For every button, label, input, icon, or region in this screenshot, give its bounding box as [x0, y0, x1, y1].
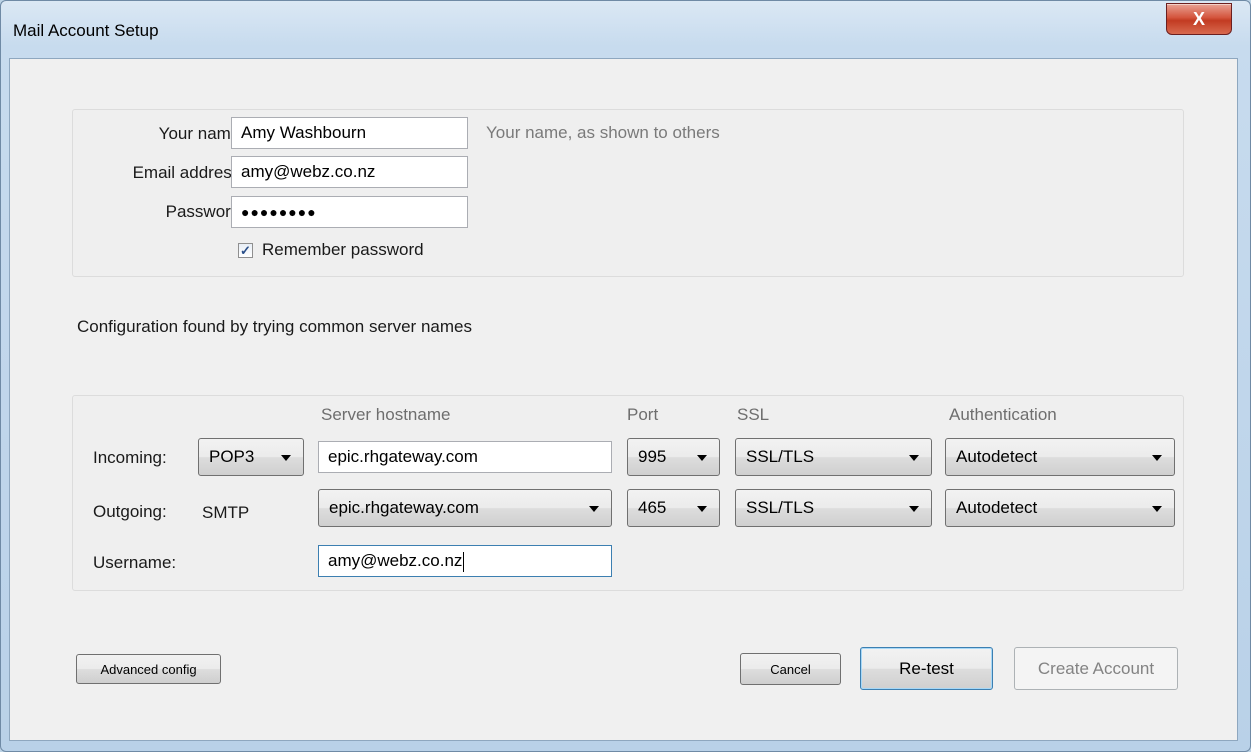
remember-password-label[interactable]: Remember password [262, 240, 424, 260]
window-title: Mail Account Setup [13, 21, 159, 40]
outgoing-ssl-select[interactable]: SSL/TLS [735, 489, 932, 527]
incoming-ssl-select[interactable]: SSL/TLS [735, 438, 932, 476]
username-value: amy@webz.co.nz [328, 551, 463, 570]
incoming-auth-value: Autodetect [956, 447, 1038, 466]
username-input[interactable]: amy@webz.co.nz [318, 545, 612, 577]
status-message: Configuration found by trying common ser… [77, 317, 472, 336]
email-label: Email address: [132, 163, 245, 182]
text-cursor [463, 551, 465, 572]
chevron-down-icon [1152, 455, 1162, 461]
outgoing-port-value: 465 [638, 498, 667, 517]
outgoing-auth-select[interactable]: Autodetect [945, 489, 1175, 527]
create-account-label: Create Account [1037, 658, 1155, 678]
advanced-config-label: Advanced config [100, 661, 197, 677]
outgoing-label: Outgoing: [93, 502, 167, 521]
chevron-down-icon [909, 506, 919, 512]
identity-group: Your name: Amy Washbourn Your name, as s… [72, 109, 1184, 277]
hostname-column-header: Server hostname [321, 405, 451, 424]
outgoing-auth-value: Autodetect [956, 498, 1038, 517]
close-button[interactable]: X [1166, 3, 1232, 35]
chevron-down-icon [589, 506, 599, 512]
password-input[interactable]: ●●●●●●●● [231, 196, 468, 228]
incoming-auth-select[interactable]: Autodetect [945, 438, 1175, 476]
advanced-config-button[interactable]: Advanced config [76, 654, 221, 684]
cancel-label: Cancel [770, 661, 811, 677]
create-account-button[interactable]: Create Account [1014, 647, 1178, 690]
chevron-down-icon [1152, 506, 1162, 512]
chevron-down-icon [281, 455, 291, 461]
outgoing-hostname-value: epic.rhgateway.com [329, 498, 479, 517]
chevron-down-icon [697, 506, 707, 512]
outgoing-port-select[interactable]: 465 [627, 489, 720, 527]
username-label: Username: [93, 553, 177, 572]
incoming-label: Incoming: [93, 448, 167, 467]
cancel-button[interactable]: Cancel [740, 653, 841, 685]
retest-label: Re-test [899, 658, 954, 678]
port-column-header: Port [627, 405, 659, 424]
name-hint: Your name, as shown to others [486, 123, 720, 142]
incoming-protocol-select[interactable]: POP3 [198, 438, 304, 476]
authentication-column-header: Authentication [949, 405, 1057, 424]
outgoing-ssl-value: SSL/TLS [746, 498, 815, 517]
email-input[interactable]: amy@webz.co.nz [231, 156, 468, 188]
server-settings-group: Server hostname Port SSL Authentication … [72, 395, 1184, 591]
incoming-ssl-value: SSL/TLS [746, 447, 815, 466]
incoming-hostname-input[interactable]: epic.rhgateway.com [318, 441, 612, 473]
name-input[interactable]: Amy Washbourn [231, 117, 468, 149]
close-icon: X [1192, 8, 1205, 29]
title-bar[interactable]: Mail Account Setup X [1, 1, 1250, 59]
mail-account-setup-window: Mail Account Setup X Your name: Amy Wash… [0, 0, 1251, 752]
incoming-port-select[interactable]: 995 [627, 438, 720, 476]
checkmark-icon: ✓ [240, 243, 251, 258]
ssl-column-header: SSL [737, 405, 770, 424]
dialog-content: Your name: Amy Washbourn Your name, as s… [9, 58, 1238, 741]
outgoing-protocol: SMTP [202, 503, 250, 522]
incoming-port-value: 995 [638, 447, 667, 466]
retest-button[interactable]: Re-test [860, 647, 993, 690]
remember-password-checkbox[interactable]: ✓ [238, 243, 253, 258]
chevron-down-icon [909, 455, 919, 461]
incoming-protocol-value: POP3 [209, 447, 255, 466]
outgoing-hostname-select[interactable]: epic.rhgateway.com [318, 489, 612, 527]
chevron-down-icon [697, 455, 707, 461]
